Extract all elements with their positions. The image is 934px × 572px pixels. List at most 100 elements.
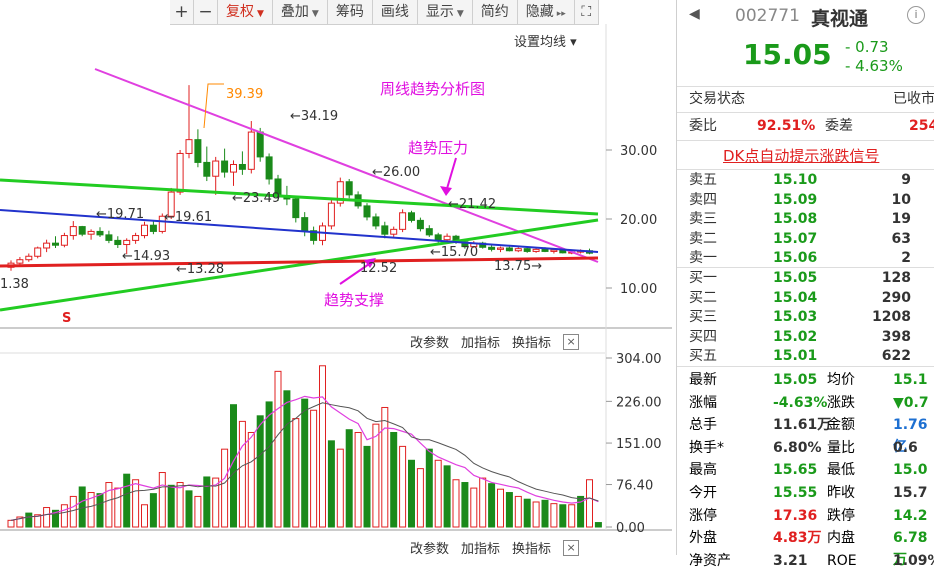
volume-bar (221, 448, 229, 528)
close-icon[interactable]: × (563, 333, 580, 350)
toolbar-button-label: 筹码 (335, 4, 364, 20)
toolbar-button-label: 简约 (480, 4, 509, 20)
chart-annotation: 趋势支撑 (324, 291, 384, 309)
candle-body (69, 226, 77, 237)
stock-code: 002771 (735, 6, 800, 26)
toolbar-button-6[interactable]: 隐藏 ▸▸ (518, 0, 575, 24)
volume-bar (43, 507, 51, 528)
switch-indicator-button-2[interactable]: 换指标 (512, 538, 551, 557)
sell-level-3: 卖三 15.08 19 (689, 210, 919, 229)
toolbar-button-0[interactable]: 复权 ▼ (218, 0, 273, 24)
volume-bar (586, 479, 593, 528)
level-price: 15.06 (773, 250, 818, 266)
level-name: 卖三 (689, 211, 717, 227)
candle-body (390, 228, 398, 235)
add-indicator-button[interactable]: 加指标 (461, 332, 500, 351)
level-volume: 398 (881, 328, 911, 345)
buy-level-5: 买五 15.01 622 (689, 347, 919, 366)
level-name: 买四 (689, 328, 717, 345)
volume-bar (185, 490, 193, 528)
chart-annotation: ←34.19 (290, 109, 338, 124)
price-tick-label: 20.00 (620, 213, 657, 228)
stat-label: 涨幅 (689, 394, 717, 411)
stat-label: 总手 (689, 417, 717, 434)
peak-marker (203, 83, 224, 129)
toolbar-button-4[interactable]: 显示 ▼ (418, 0, 473, 24)
candle-body (425, 228, 433, 236)
weibi-value: 92.51% (757, 118, 816, 134)
toolbar-button-5[interactable]: 简约 (473, 0, 518, 24)
level-volume: 290 (881, 289, 911, 306)
volume-bar (158, 472, 166, 528)
level-volume: 9 (901, 172, 911, 188)
volume-bar (132, 479, 140, 528)
candle-body (372, 216, 380, 227)
change-param-button-2[interactable]: 改参数 (410, 538, 449, 557)
candle-body (523, 248, 531, 252)
sell-level-5: 卖一 15.06 2 (689, 249, 919, 268)
chart-area[interactable]: 30.00 20.00 10.00 39.39 ←34.19 ←26.00 ←21.42 ←2… (0, 0, 672, 557)
level-volume: 1208 (872, 309, 911, 325)
info-icon[interactable]: i (907, 6, 925, 24)
ma-settings-button[interactable]: 设置均线 ▾ (514, 31, 577, 50)
zoom-out-button[interactable]: − (194, 0, 218, 24)
volume-bar (568, 504, 576, 528)
candle-body (327, 202, 335, 227)
level-name: 卖二 (689, 230, 717, 247)
back-arrow-icon[interactable]: ◀ (689, 6, 700, 22)
volume-bar (25, 512, 33, 528)
sell-level-4: 卖二 15.07 63 (689, 230, 919, 249)
stat-label: 最低 (827, 462, 855, 479)
close-icon-2[interactable]: × (563, 539, 580, 556)
stat-value: 6.80% (773, 439, 822, 456)
level-price: 15.04 (773, 289, 818, 306)
chart-canvas[interactable]: 30.00 20.00 10.00 39.39 ←34.19 ←26.00 ←21.42 ←2… (0, 0, 672, 555)
candle-body (238, 163, 246, 170)
stat-value: 15.1 (893, 372, 928, 388)
candle-body (408, 212, 415, 221)
volume-bar (594, 522, 602, 528)
stat-label: ROE (827, 552, 857, 569)
volume-bar (479, 477, 487, 528)
dk-signal-link[interactable]: DK点自动提示涨跌信号 (723, 145, 879, 166)
stat-value: 1.76亿 (893, 417, 928, 456)
volume-bar (7, 519, 15, 528)
expand-icon[interactable]: ⛶ (575, 0, 599, 24)
toolbar-button-3[interactable]: 画线 (373, 0, 418, 24)
volume-bar (434, 459, 442, 528)
volume-bar (256, 415, 264, 528)
change-param-button[interactable]: 改参数 (410, 332, 449, 351)
stat-value: 1.09% (893, 552, 934, 569)
toolbar-button-label: 复权 (226, 4, 254, 20)
chevron-down-icon: ▼ (311, 9, 319, 19)
candle-body (550, 249, 558, 252)
stat-value: 15.7 (893, 485, 928, 501)
chart-annotation: ←19.71 (96, 207, 144, 222)
candle-body (434, 234, 442, 241)
candle-body (301, 217, 309, 232)
chart-annotation: ←23.49 (232, 191, 280, 206)
chart-annotation: 39.39 (226, 87, 263, 102)
volume-bar (203, 476, 211, 528)
chevron-down-icon: ▼ (257, 9, 264, 19)
volume-bar (69, 495, 77, 528)
candle-body (488, 246, 496, 250)
add-indicator-button-2[interactable]: 加指标 (461, 538, 500, 557)
zoom-in-button[interactable]: + (170, 0, 194, 24)
volume-bar (310, 409, 318, 528)
toolbar-button-label: 显示 (425, 4, 454, 20)
toolbar-button-2[interactable]: 筹码 (328, 0, 373, 24)
candle-body (230, 163, 237, 173)
volume-bar (167, 484, 175, 528)
pressure-arrowhead (440, 186, 452, 196)
switch-indicator-button[interactable]: 换指标 (512, 332, 551, 351)
candle-body (381, 225, 389, 235)
candle-body (505, 247, 513, 252)
stat-label: 涨停 (689, 507, 717, 524)
candle-body (123, 239, 131, 246)
trade-status-row: 交易状态 已收市 (689, 88, 934, 110)
change-percent: - 4.63% (845, 57, 903, 75)
toolbar-button-1[interactable]: 叠加 ▼ (273, 0, 328, 24)
level-volume: 19 (891, 211, 911, 227)
chart-annotation: ←15.70 (430, 245, 478, 260)
